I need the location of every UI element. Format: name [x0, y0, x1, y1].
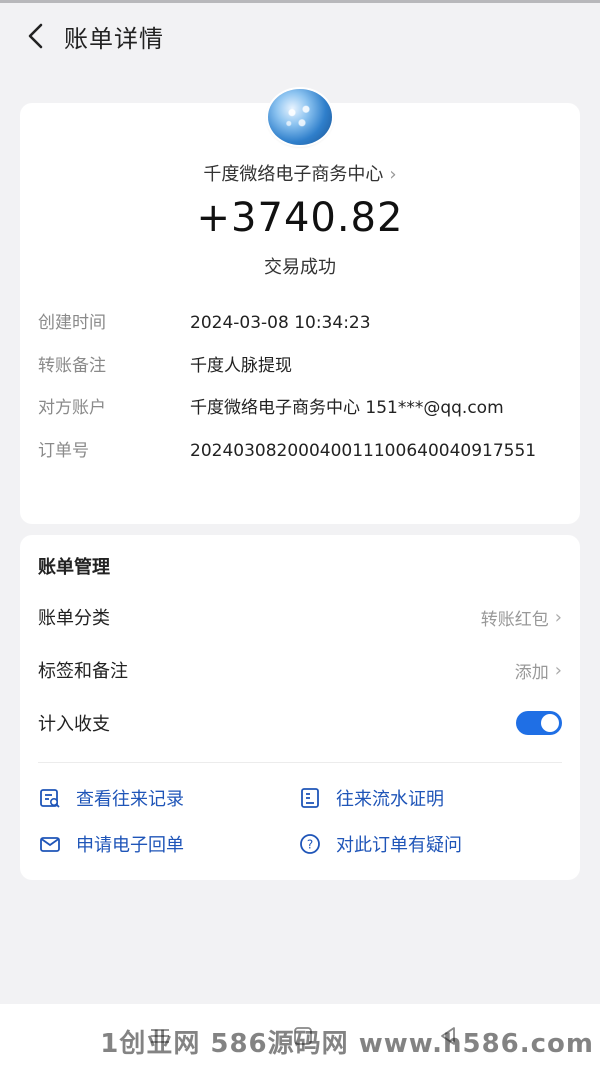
svg-text:?: ? — [307, 838, 313, 852]
divider — [38, 762, 562, 763]
action-label: 查看往来记录 — [76, 789, 184, 810]
order-question-button[interactable]: ? 对此订单有疑问 — [298, 831, 462, 857]
view-records-button[interactable]: 查看往来记录 — [38, 785, 184, 811]
detail-label: 对方账户 — [38, 398, 106, 418]
record-list-icon — [38, 786, 62, 810]
question-circle-icon: ? — [298, 832, 322, 856]
detail-label: 创建时间 — [38, 313, 106, 333]
chevron-right-icon: › — [554, 659, 562, 681]
status-bar-line — [0, 0, 600, 3]
toggle-knob — [541, 714, 559, 732]
flow-proof-button[interactable]: 往来流水证明 — [298, 785, 444, 811]
action-label: 往来流水证明 — [336, 789, 444, 810]
action-label: 对此订单有疑问 — [336, 835, 462, 856]
merchant-avatar — [268, 89, 332, 145]
detail-row-counterparty: 对方账户 千度微络电子商务中心 151***@qq.com — [38, 395, 566, 421]
page-title: 账单详情 — [64, 24, 164, 53]
detail-value: 千度微络电子商务中心 151***@qq.com — [190, 398, 504, 418]
system-navigation-bar: 1创业网 586源码网 www.h586.com — [0, 1004, 600, 1066]
detail-row-transfer-note: 转账备注 千度人脉提现 — [38, 353, 566, 379]
detail-value: 千度人脉提现 — [190, 356, 292, 376]
bill-summary-card: 千度微络电子商务中心 › +3740.82 交易成功 创建时间 2024-03-0… — [20, 89, 580, 524]
section-title: 账单管理 — [38, 557, 110, 578]
row-value: 添加 › — [515, 658, 562, 683]
tags-value: 添加 — [514, 662, 549, 683]
detail-label: 订单号 — [38, 441, 89, 461]
top-bar: 账单详情 — [0, 14, 600, 58]
detail-label: 转账备注 — [38, 356, 106, 376]
row-value: 转账红包 › — [481, 605, 562, 630]
action-label: 申请电子回单 — [76, 835, 184, 856]
transaction-status: 交易成功 — [264, 257, 336, 278]
merchant-name-link[interactable]: 千度微络电子商务中心 › — [20, 160, 580, 186]
detail-value: 20240308200040011100640040917551 — [190, 441, 537, 461]
budget-toggle[interactable] — [516, 711, 562, 735]
watermark-text: 1创业网 586源码网 www.h586.com — [100, 1029, 594, 1059]
e-receipt-button[interactable]: 申请电子回单 — [38, 831, 184, 857]
chevron-right-icon: › — [389, 164, 397, 185]
detail-row-order-number: 订单号 20240308200040011100640040917551 — [38, 438, 566, 464]
include-in-budget-row: 计入收支 — [38, 708, 562, 738]
row-label: 账单分类 — [38, 608, 110, 629]
back-arrow-icon[interactable] — [14, 14, 58, 58]
chevron-right-icon: › — [554, 606, 562, 628]
detail-row-created-time: 创建时间 2024-03-08 10:34:23 — [38, 310, 566, 336]
detail-value: 2024-03-08 10:34:23 — [190, 313, 371, 333]
category-value: 转账红包 — [480, 609, 549, 630]
row-label: 标签和备注 — [38, 661, 128, 682]
merchant-name: 千度微络电子商务中心 — [203, 164, 384, 185]
transaction-amount: +3740.82 — [196, 195, 404, 241]
bill-category-row[interactable]: 账单分类 转账红包 › — [38, 602, 562, 632]
row-label: 计入收支 — [38, 714, 110, 735]
document-proof-icon — [298, 786, 322, 810]
tags-notes-row[interactable]: 标签和备注 添加 › — [38, 655, 562, 685]
bill-management-card: 账单管理 账单分类 转账红包 › 标签和备注 添加 › 计入收支 查看往来记录 … — [20, 535, 580, 880]
mail-icon — [38, 832, 62, 856]
